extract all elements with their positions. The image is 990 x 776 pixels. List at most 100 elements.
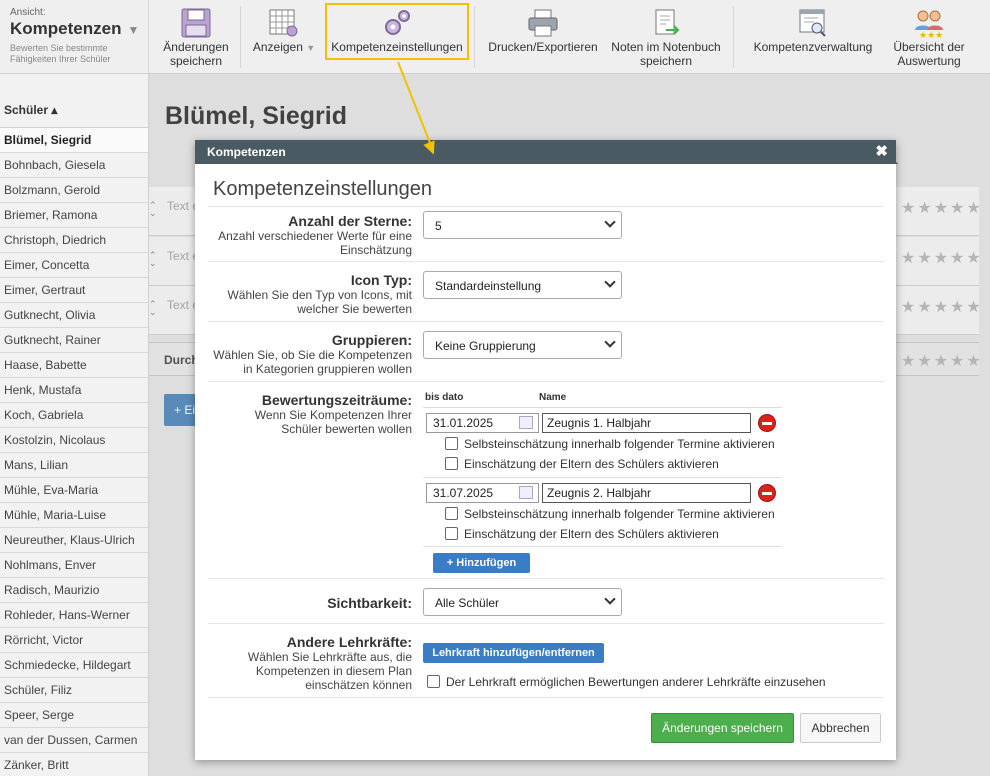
- period-1-self-checkbox[interactable]: Selbsteinschätzung innerhalb folgender T…: [445, 437, 775, 451]
- grouping-label-block: Gruppieren: Wählen Sie, ob Sie die Kompe…: [202, 332, 412, 376]
- sidebar-header-sort[interactable]: Schüler ▴: [0, 74, 148, 128]
- periods-table-header: bis dato Name: [425, 392, 566, 403]
- save-grades-button[interactable]: Noten im Notenbuch speichern: [606, 0, 726, 74]
- close-icon[interactable]: ✖: [875, 140, 888, 164]
- student-list-item[interactable]: Rörricht, Victor: [0, 628, 148, 653]
- period-2-name-input[interactable]: Zeugnis 2. Halbjahr: [542, 483, 751, 503]
- student-list-item[interactable]: Schüler, Filiz: [0, 678, 148, 703]
- checkbox-icon[interactable]: [445, 437, 458, 450]
- grouping-select[interactable]: Keine Gruppierung: [423, 331, 622, 359]
- student-list-item[interactable]: Blümel, Siegrid: [0, 128, 148, 153]
- document-search-icon: [799, 9, 826, 37]
- student-list-item[interactable]: Neureuther, Klaus-Ulrich: [0, 528, 148, 553]
- icon-type-label: Icon Typ:: [350, 272, 412, 288]
- toolbar-divider: [733, 6, 734, 68]
- print-export-button[interactable]: Drucken/Exportieren: [484, 0, 602, 74]
- student-list-item[interactable]: Eimer, Concetta: [0, 253, 148, 278]
- student-list-item[interactable]: Zänker, Britt: [0, 753, 148, 776]
- toolbar-divider: [474, 6, 475, 68]
- checkbox-icon[interactable]: [445, 507, 458, 520]
- student-list-item[interactable]: Kostolzin, Nicolaus: [0, 428, 148, 453]
- student-list-item[interactable]: Schmiedecke, Hildegart: [0, 653, 148, 678]
- icon-type-select[interactable]: Standardeinstellung: [423, 271, 622, 299]
- view-selector[interactable]: Ansicht: Kompetenzen ▼ Bewerten Sie besti…: [0, 0, 149, 74]
- period-1-name-input[interactable]: Zeugnis 1. Halbjahr: [542, 413, 751, 433]
- stars-label-block: Anzahl der Sterne: Anzahl verschiedener …: [202, 213, 412, 257]
- notebook-arrow-icon: [655, 9, 680, 35]
- remove-period-1-icon[interactable]: [758, 414, 776, 432]
- stars-select[interactable]: 5: [423, 211, 622, 239]
- period-1-date-input[interactable]: 31.01.2025: [426, 413, 539, 433]
- student-list-item[interactable]: Rohleder, Hans-Werner: [0, 603, 148, 628]
- col-name-header: Name: [539, 392, 567, 403]
- divider: [208, 697, 884, 698]
- competence-settings-dialog: Kompetenzen ✖ Kompetenzeinstellungen Anz…: [195, 140, 896, 760]
- student-list-item[interactable]: Eimer, Gertraut: [0, 278, 148, 303]
- student-list-item[interactable]: Koch, Gabriela: [0, 403, 148, 428]
- student-list-item[interactable]: Henk, Mustafa: [0, 378, 148, 403]
- grouping-label: Gruppieren:: [331, 332, 412, 348]
- stars-label: Anzahl der Sterne:: [288, 213, 412, 229]
- show-label: Anzeigen ▼: [252, 40, 316, 54]
- student-list-item[interactable]: Mühle, Eva-Maria: [0, 478, 148, 503]
- period-2-parent-checkbox[interactable]: Einschätzung der Eltern des Schülers akt…: [445, 527, 719, 541]
- icon-type-description: Wählen Sie den Typ von Icons, mit welche…: [227, 288, 412, 316]
- stars-description: Anzahl verschiedener Werte für eine Eins…: [218, 229, 412, 257]
- student-list: Blümel, Siegrid Bohnbach, Giesela Bolzmann…: [0, 128, 148, 776]
- chevron-down-icon: [604, 276, 616, 288]
- add-remove-teacher-button[interactable]: Lehrkraft hinzufügen/entfernen: [423, 643, 604, 663]
- competence-management-button[interactable]: Kompetenzverwaltung: [742, 0, 884, 74]
- print-label: Drucken/Exportieren: [488, 40, 598, 54]
- visibility-label-block: Sichtbarkeit:: [202, 595, 412, 611]
- add-period-button[interactable]: + Hinzufügen: [433, 553, 530, 573]
- teacher-view-checkbox[interactable]: Der Lehrkraft ermöglichen Bewertungen an…: [427, 675, 826, 689]
- show-button[interactable]: Anzeigen ▼: [246, 0, 322, 74]
- period-2-self-checkbox[interactable]: Selbsteinschätzung innerhalb folgender T…: [445, 507, 775, 521]
- student-list-item[interactable]: Nohlmans, Enver: [0, 553, 148, 578]
- grid-gear-icon: [269, 9, 298, 37]
- visibility-label: Sichtbarkeit:: [327, 595, 412, 611]
- student-list-item[interactable]: Gutknecht, Rainer: [0, 328, 148, 353]
- grades-label-line2: speichern: [639, 54, 693, 68]
- student-list-item[interactable]: Speer, Serge: [0, 703, 148, 728]
- period-1-parent-checkbox[interactable]: Einschätzung der Eltern des Schülers akt…: [445, 457, 719, 471]
- student-list-item[interactable]: Radisch, Maurizio: [0, 578, 148, 603]
- calendar-icon[interactable]: [519, 486, 533, 499]
- col-date-header: bis dato: [425, 392, 464, 403]
- checkbox-icon[interactable]: [427, 675, 440, 688]
- student-list-item[interactable]: Gutknecht, Olivia: [0, 303, 148, 328]
- svg-text:★★★: ★★★: [919, 30, 943, 38]
- student-list-item[interactable]: Christoph, Diedrich: [0, 228, 148, 253]
- remove-period-2-icon[interactable]: [758, 484, 776, 502]
- save-changes-dialog-button[interactable]: Änderungen speichern: [651, 713, 794, 743]
- cancel-button[interactable]: Abbrechen: [800, 713, 881, 743]
- checkbox-icon[interactable]: [445, 457, 458, 470]
- view-description: Bewerten Sie bestimmte Fähigkeiten Ihrer…: [10, 43, 111, 64]
- student-list-item[interactable]: Briemer, Ramona: [0, 203, 148, 228]
- visibility-select[interactable]: Alle Schüler: [423, 588, 622, 616]
- student-list-item[interactable]: Bolzmann, Gerold: [0, 178, 148, 203]
- divider: [208, 261, 884, 262]
- checkbox-icon[interactable]: [445, 527, 458, 540]
- student-list-item[interactable]: van der Dussen, Carmen: [0, 728, 148, 753]
- student-list-item[interactable]: Haase, Babette: [0, 353, 148, 378]
- chevron-down-icon: [604, 593, 616, 605]
- divider: [208, 578, 884, 579]
- divider: [208, 321, 884, 322]
- calendar-icon[interactable]: [519, 416, 533, 429]
- icon-type-label-block: Icon Typ: Wählen Sie den Typ von Icons, …: [202, 272, 412, 316]
- period-2-date-input[interactable]: 31.07.2025: [426, 483, 539, 503]
- save-changes-button[interactable]: Änderungen speichern: [156, 0, 236, 74]
- view-title[interactable]: Kompetenzen ▼: [10, 19, 139, 39]
- save-label-line2: speichern: [169, 54, 223, 68]
- overview-button[interactable]: ★★★ Übersicht der Auswertung: [886, 0, 972, 74]
- floppy-disk-icon: [181, 8, 211, 38]
- student-list-item[interactable]: Bohnbach, Giesela: [0, 153, 148, 178]
- printer-icon: [528, 9, 558, 37]
- overview-label-line2: Auswertung: [897, 54, 961, 68]
- periods-label-block: Bewertungszeiträume: Wenn Sie Kompetenze…: [202, 392, 412, 436]
- periods-label: Bewertungszeiträume:: [261, 392, 412, 408]
- student-list-item[interactable]: Mühle, Maria-Luise: [0, 503, 148, 528]
- student-sidebar: Schüler ▴ Blümel, Siegrid Bohnbach, Giese…: [0, 74, 149, 776]
- student-list-item[interactable]: Mans, Lilian: [0, 453, 148, 478]
